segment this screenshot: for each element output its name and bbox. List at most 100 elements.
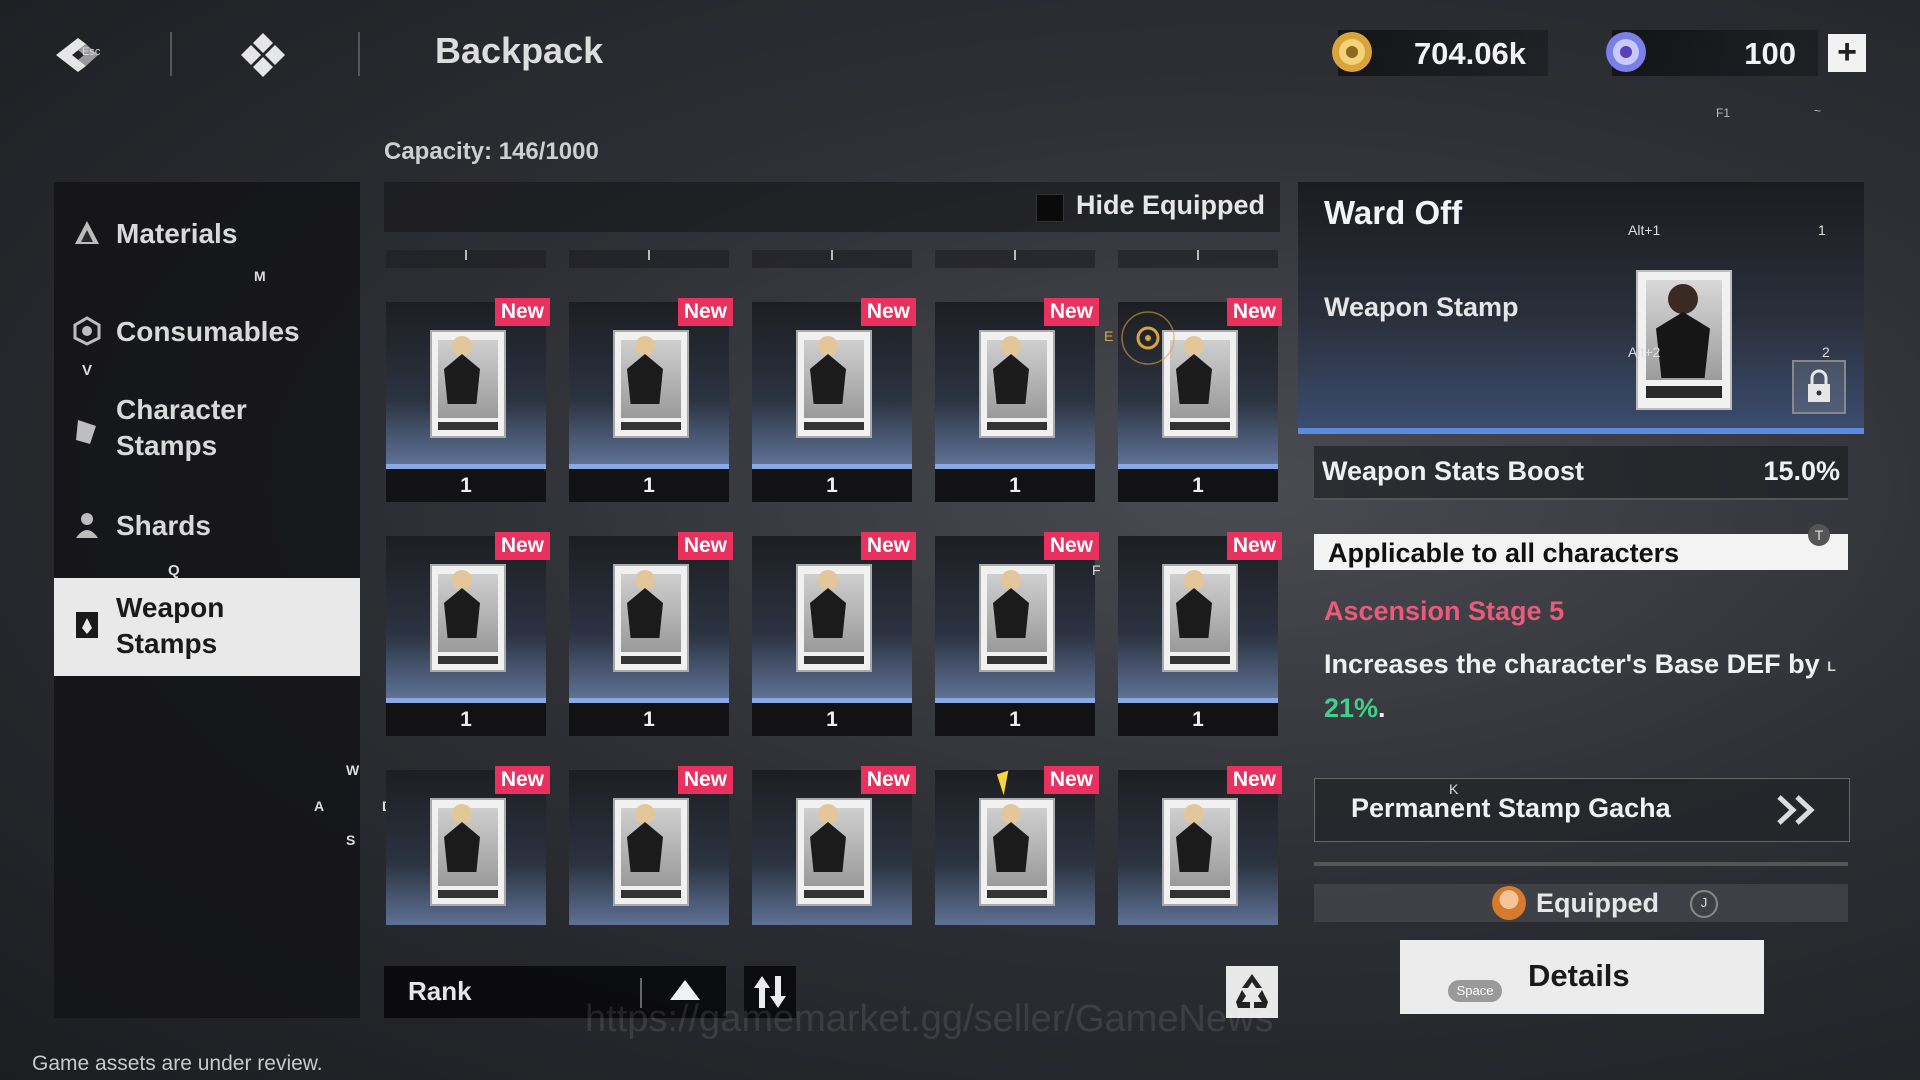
stamp-slot[interactable]: New 1 [752,532,916,736]
stamp-image [1162,798,1238,906]
stamp-slot[interactable]: New 1 [569,532,733,736]
description-text: Increases the character's Base DEF by [1324,649,1820,679]
gem-amount: 100 [1744,36,1796,71]
tilde-hint: ~ [1814,104,1822,118]
stack-count: 1 [1118,469,1278,502]
new-badge: New [494,532,550,560]
sidebar-item-weapon-stamps[interactable]: Weapon Stamps [54,578,360,676]
stack-count: 1 [569,703,729,736]
stamp-image [979,798,1055,906]
m-hint: M [254,268,266,284]
new-badge: New [860,298,916,326]
target-reticle-icon: E [1104,306,1180,370]
character-stamp-icon [76,420,96,444]
stamp-image [1162,564,1238,672]
effect-description: Increases the character's Base DEF by L … [1324,644,1844,728]
stack-count: 1 [752,469,912,502]
new-badge: New [1226,766,1282,794]
hint-1: 1 [1818,222,1826,238]
j-hint: J [1690,890,1718,918]
alt1-hint: Alt+1 [1628,222,1661,238]
sidebar-item-consumables[interactable]: Consumables [54,310,360,354]
new-badge: New [1226,532,1282,560]
stamp-slot[interactable]: New [1118,766,1282,925]
stack-count: 1 [935,469,1095,502]
alt2-hint: Alt+2 [1628,344,1661,360]
hide-equipped-checkbox[interactable] [1036,194,1064,222]
permanent-stamp-gacha-button[interactable]: Permanent Stamp Gacha K [1314,778,1850,842]
s-hint: S [346,832,356,848]
stamp-slot[interactable]: New [935,766,1099,925]
new-badge: New [1226,298,1282,326]
stamp-slot[interactable]: New [752,766,916,925]
stamp-image [796,564,872,672]
e-hint: E [1104,328,1114,344]
stamp-slot[interactable]: New 1 [386,298,550,502]
footer-note: Game assets are under review. [32,1052,323,1075]
stamp-image [613,330,689,438]
stamp-card: New [935,766,1099,925]
partial-slot [386,250,546,268]
stamp-image [979,330,1055,438]
diamond-grid-icon [241,33,285,77]
details-button[interactable]: Space Details [1400,940,1764,1014]
sort-ascending-icon[interactable] [670,980,700,1000]
new-badge: New [494,298,550,326]
divider [170,32,172,76]
stamp-image [430,330,506,438]
add-currency-button[interactable]: + [1828,34,1866,72]
stamp-slot[interactable]: New 1 [386,532,550,736]
t-hint: T [1808,524,1830,546]
new-badge: New [860,532,916,560]
menu-button[interactable] [238,30,288,80]
stamp-slot[interactable]: New 1 [569,298,733,502]
new-badge: New [494,766,550,794]
q-hint: Q [168,562,180,579]
stamp-slot[interactable]: New 1 [935,298,1099,502]
gold-amount: 704.06k [1413,36,1526,71]
sidebar-item-materials[interactable]: Materials M [54,212,360,284]
stamp-card: New [1118,532,1282,698]
stamp-slot[interactable]: New 1 [1118,532,1282,736]
stamp-card: New [935,298,1099,464]
stack-count: 1 [386,469,546,502]
stamp-image [613,564,689,672]
description-suffix: . [1378,693,1386,723]
stamp-card: New [569,298,733,464]
f-hint: F [1092,562,1101,578]
stack-count: 1 [752,703,912,736]
stamp-card: New [386,532,550,698]
equipped-status: Equipped J [1314,884,1848,922]
gold-currency: 704.06k [1332,30,1548,76]
stamp-image [796,798,872,906]
new-badge: New [677,298,733,326]
gold-coin-icon [1332,32,1372,72]
stack-count: 1 [386,703,546,736]
details-label: Details [1528,958,1630,993]
sidebar-item-label: Consumables [116,316,300,347]
sidebar-item-shards[interactable]: Shards [54,504,360,548]
effect-percent: 21% [1324,693,1379,723]
sidebar-item-label: Materials [116,218,238,249]
lock-button[interactable] [1792,360,1846,414]
space-hint: Space [1448,980,1502,1002]
stamp-card: New [935,532,1099,698]
sidebar-item-character-stamps[interactable]: Character Stamps [54,390,360,470]
watermark: https://gamemarket.gg/seller/GameNews [585,998,1274,1040]
stamp-card: New [752,298,916,464]
stamp-slot[interactable]: New 1 [752,298,916,502]
detail-accent-bar [1298,428,1864,434]
new-badge: New [860,766,916,794]
category-sidebar: Materials M Consumables V Character Stam… [54,182,360,1018]
stamp-image [430,564,506,672]
stamp-slot[interactable]: New 1 [935,532,1099,736]
stamp-slot[interactable]: New [569,766,733,925]
item-stamp-image [1636,270,1732,410]
stamp-card: New [569,532,733,698]
back-button[interactable]: Esc [52,30,112,80]
divider [1314,862,1848,866]
weapon-stamp-icon [76,612,98,638]
stamp-slot[interactable]: New [386,766,550,925]
v-hint: V [82,362,93,379]
hide-equipped-label: Hide Equipped [1076,190,1265,220]
